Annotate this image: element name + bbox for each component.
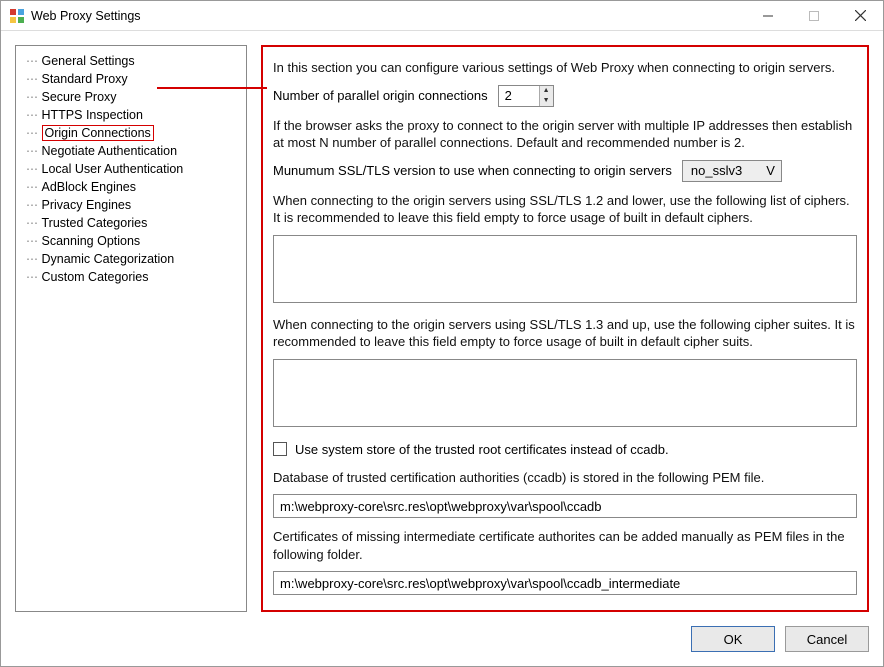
tree-item-negotiate-authentication[interactable]: ⋯ Negotiate Authentication (20, 142, 242, 160)
parallel-connections-input[interactable] (499, 86, 539, 106)
tree-item-local-user-authentication[interactable]: ⋯ Local User Authentication (20, 160, 242, 178)
ciphers13-label: When connecting to the origin servers us… (273, 316, 857, 351)
tree-node-icon: ⋯ (26, 180, 38, 194)
ciphers12-label: When connecting to the origin servers us… (273, 192, 857, 227)
tree-item-https-inspection[interactable]: ⋯ HTTPS Inspection (20, 106, 242, 124)
min-ssl-label: Munumum SSL/TLS version to use when conn… (273, 163, 672, 178)
ccadb-path-input[interactable] (273, 494, 857, 518)
ccadb-label: Database of trusted certification author… (273, 469, 857, 487)
tree-node-icon: ⋯ (26, 144, 38, 158)
tree-node-icon: ⋯ (26, 90, 38, 104)
ok-button[interactable]: OK (691, 626, 775, 652)
tree-item-label: Secure Proxy (42, 90, 117, 104)
min-ssl-row: Munumum SSL/TLS version to use when conn… (273, 160, 857, 182)
tree-item-label: General Settings (42, 54, 135, 68)
min-ssl-value: no_sslv3 (691, 163, 742, 178)
tree-item-label: Privacy Engines (42, 198, 132, 212)
tree-node-icon: ⋯ (26, 234, 38, 248)
tree-item-label: Origin Connections (42, 125, 154, 141)
intro-text: In this section you can configure variou… (273, 59, 857, 77)
tree-item-label: Custom Categories (42, 270, 149, 284)
tree-item-label: Negotiate Authentication (42, 144, 178, 158)
use-system-store-checkbox[interactable]: Use system store of the trusted root cer… (273, 442, 669, 457)
tree-item-label: Dynamic Categorization (42, 252, 175, 266)
close-button[interactable] (837, 1, 883, 31)
tree-node-icon: ⋯ (26, 216, 38, 230)
dialog-buttons: OK Cancel (1, 618, 883, 666)
tree-item-standard-proxy[interactable]: ⋯ Standard Proxy (20, 70, 242, 88)
tree-node-icon: ⋯ (26, 72, 38, 86)
chevron-down-icon: V (766, 163, 775, 178)
parallel-row: Number of parallel origin connections ▲ … (273, 85, 857, 107)
min-ssl-dropdown[interactable]: no_sslv3 V (682, 160, 782, 182)
tree-node-icon: ⋯ (26, 54, 38, 68)
minimize-button[interactable] (745, 1, 791, 31)
parallel-connections-label: Number of parallel origin connections (273, 88, 488, 103)
app-icon (9, 8, 25, 24)
nav-tree: ⋯ General Settings ⋯ Standard Proxy ⋯ Secure … (15, 45, 247, 612)
tree-item-dynamic-categorization[interactable]: ⋯ Dynamic Categorization (20, 250, 242, 268)
ciphers12-textarea[interactable] (273, 235, 857, 303)
stepper-up-icon[interactable]: ▲ (540, 86, 553, 96)
stepper-down-icon[interactable]: ▼ (540, 96, 553, 106)
intermediate-path-input[interactable] (273, 571, 857, 595)
window-title: Web Proxy Settings (31, 9, 141, 23)
tree-item-privacy-engines[interactable]: ⋯ Privacy Engines (20, 196, 242, 214)
cancel-button[interactable]: Cancel (785, 626, 869, 652)
tree-item-custom-categories[interactable]: ⋯ Custom Categories (20, 268, 242, 286)
tree-item-label: HTTPS Inspection (42, 108, 143, 122)
tree-item-general-settings[interactable]: ⋯ General Settings (20, 52, 242, 70)
tree-item-label: Scanning Options (42, 234, 141, 248)
tree-item-secure-proxy[interactable]: ⋯ Secure Proxy (20, 88, 242, 106)
settings-panel: In this section you can configure variou… (261, 45, 869, 612)
maximize-button[interactable] (791, 1, 837, 31)
parallel-connections-stepper[interactable]: ▲ ▼ (498, 85, 554, 107)
tree-item-label: AdBlock Engines (42, 180, 137, 194)
parallel-help-text: If the browser asks the proxy to connect… (273, 117, 857, 152)
tree-node-icon: ⋯ (26, 198, 38, 212)
tree-node-icon: ⋯ (26, 270, 38, 284)
window: Web Proxy Settings ⋯ General Settings ⋯ Sta… (0, 0, 884, 667)
tree-node-icon: ⋯ (26, 126, 38, 140)
use-system-store-label: Use system store of the trusted root cer… (295, 442, 669, 457)
tree-node-icon: ⋯ (26, 108, 38, 122)
intermediate-label: Certificates of missing intermediate cer… (273, 528, 857, 563)
ciphers13-textarea[interactable] (273, 359, 857, 427)
tree-item-adblock-engines[interactable]: ⋯ AdBlock Engines (20, 178, 242, 196)
tree-node-icon: ⋯ (26, 162, 38, 176)
tree-item-scanning-options[interactable]: ⋯ Scanning Options (20, 232, 242, 250)
checkbox-box-icon (273, 442, 287, 456)
tree-item-trusted-categories[interactable]: ⋯ Trusted Categories (20, 214, 242, 232)
tree-node-icon: ⋯ (26, 252, 38, 266)
tree-item-label: Standard Proxy (42, 72, 128, 86)
tree-item-origin-connections[interactable]: ⋯ Origin Connections (20, 124, 242, 142)
content-area: ⋯ General Settings ⋯ Standard Proxy ⋯ Secure … (1, 31, 883, 618)
stepper-arrows[interactable]: ▲ ▼ (539, 86, 553, 106)
tree-item-label: Trusted Categories (42, 216, 148, 230)
titlebar: Web Proxy Settings (1, 1, 883, 31)
highlight-connector (157, 87, 267, 89)
tree-item-label: Local User Authentication (42, 162, 184, 176)
